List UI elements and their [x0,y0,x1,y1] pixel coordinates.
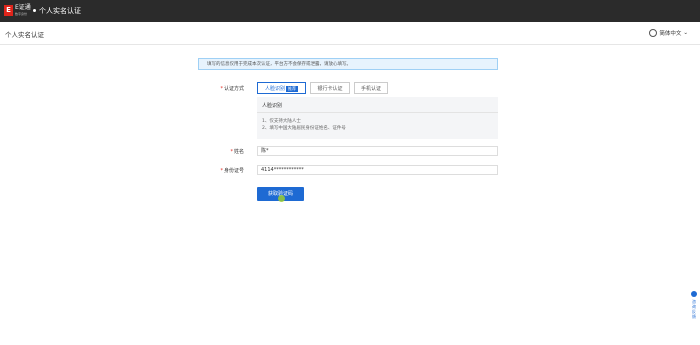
chevron-down-icon: ⌄ [683,30,688,36]
brand-logo[interactable]: E [4,5,13,16]
info-notice: 填写的信息仅用于完成本次认证，平台方不会保存或泄露，请放心填写。 [198,58,498,70]
id-number-label: *身份证号 [220,168,244,174]
language-label: 简体中文 [659,31,682,37]
page-title: 个人实名认证 [5,31,44,39]
panel-divider [257,112,498,113]
language-selector[interactable]: 简体中文 ⌄ [649,29,688,37]
face-recognition-panel: 人脸识别 1、仅支持大陆人士 2、填写中国大陆居民身份证姓名、证件号 [257,97,498,139]
topbar-title: 个人实名认证 [39,7,81,15]
consult-feedback-widget[interactable]: 咨询反馈 [690,291,698,319]
consult-feedback-label: 咨询反馈 [692,299,696,319]
auth-method-label: *认证方式 [220,86,244,92]
brand-subtitle: 数字身份 [15,12,28,16]
globe-icon [649,29,658,37]
panel-requirement-1: 1、仅支持大陆人士 [262,119,301,124]
name-input[interactable]: 陈* [257,146,498,156]
brand-name: E证通 [15,4,31,11]
separator-dot [33,9,36,12]
tab-bank-card[interactable]: 银行卡认证 [310,82,350,94]
id-number-input[interactable]: 4114************ [257,165,498,175]
panel-title: 人脸识别 [262,103,283,109]
page-header: 个人实名认证 简体中文 ⌄ [0,22,700,45]
panel-requirement-2: 2、填写中国大陆居民身份证姓名、证件号 [262,126,346,131]
chat-icon [691,291,697,297]
top-navigation-bar: E E证通 数字身份 个人实名认证 [0,0,700,22]
recommend-badge: 推荐 [286,86,298,92]
tab-phone[interactable]: 手机认证 [354,82,388,94]
mouse-cursor-indicator [278,195,285,202]
name-label: *姓名 [230,149,244,155]
tab-face-recognition[interactable]: 人脸识别 推荐 [257,82,306,94]
